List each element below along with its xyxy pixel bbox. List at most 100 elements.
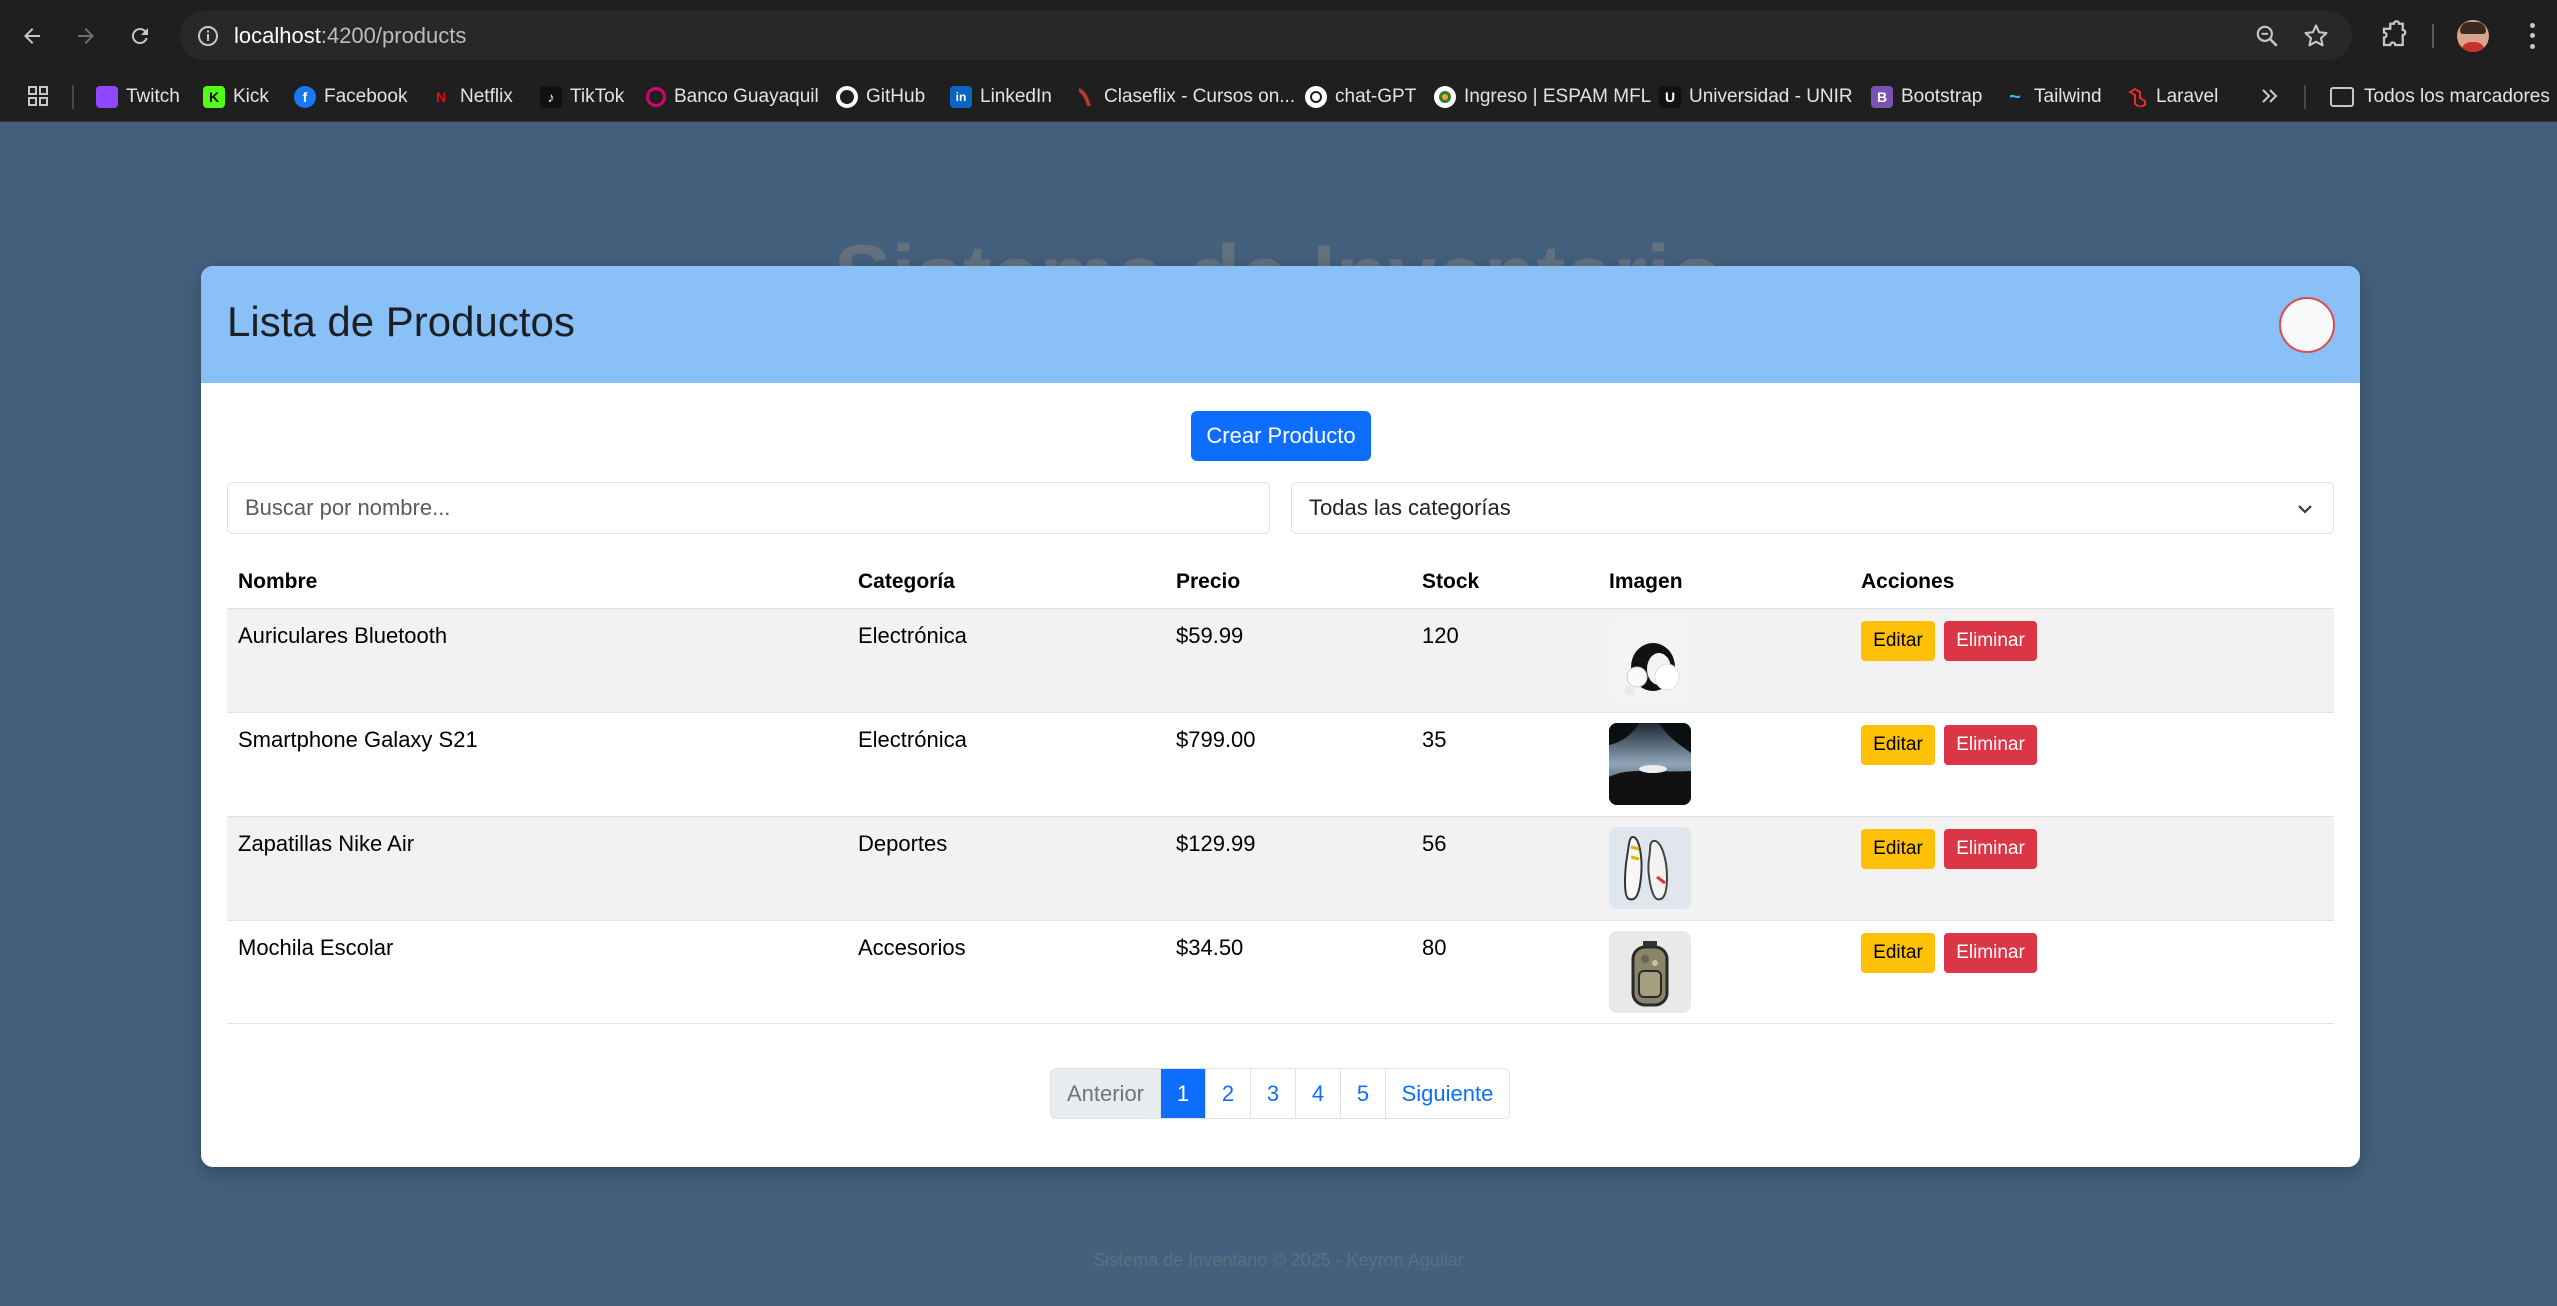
column-header-actions: Acciones xyxy=(1861,570,1955,593)
pagination-page-1[interactable]: 1 xyxy=(1161,1069,1206,1118)
arrow-left-icon xyxy=(24,28,40,44)
bookmark-twitch[interactable]: Twitch xyxy=(96,82,180,112)
bookmark-kick[interactable]: K Kick xyxy=(203,82,269,112)
bookmark-linkedin[interactable]: in LinkedIn xyxy=(950,82,1052,112)
bookmarks-divider xyxy=(2304,85,2306,109)
table-row: Mochila Escolar Accesorios $34.50 80 Edi… xyxy=(227,920,2334,1024)
linkedin-icon: in xyxy=(950,86,972,108)
create-product-button[interactable]: Crear Producto xyxy=(1191,411,1371,461)
footer-text: Sistema de Inventario © 2025 - Keyron Ag… xyxy=(1093,1250,1464,1270)
avatar-shirt xyxy=(2461,42,2485,52)
product-name: Mochila Escolar xyxy=(238,935,394,960)
product-name: Auriculares Bluetooth xyxy=(238,623,448,648)
forward-button[interactable] xyxy=(68,18,104,54)
apps-grid-icon[interactable] xyxy=(26,84,50,108)
info-icon[interactable] xyxy=(196,24,220,48)
bookmark-label: Laravel xyxy=(2156,86,2219,107)
page-title: Lista de Productos xyxy=(227,298,575,345)
github-icon xyxy=(836,86,858,108)
product-stock: 35 xyxy=(1422,727,1447,752)
product-price: $129.99 xyxy=(1176,831,1256,856)
avatar-hair xyxy=(2460,22,2486,34)
pagination-previous[interactable]: Anterior xyxy=(1051,1069,1161,1118)
table-row: Smartphone Galaxy S21 Electrónica $799.0… xyxy=(227,712,2334,816)
bookmark-espam[interactable]: Ingreso | ESPAM MFL xyxy=(1434,82,1651,112)
search-input[interactable] xyxy=(227,482,1270,534)
products-card: Lista de Productos Crear Producto Todas … xyxy=(201,266,2360,1167)
delete-button[interactable]: Eliminar xyxy=(1944,829,2037,869)
product-category: Accesorios xyxy=(858,935,966,960)
url-text[interactable]: localhost:4200/products xyxy=(234,23,466,49)
bookmark-tiktok[interactable]: ♪ TikTok xyxy=(540,82,624,112)
bookmark-netflix[interactable]: N Netflix xyxy=(430,82,513,112)
bookmark-chatgpt[interactable]: chat-GPT xyxy=(1305,82,1416,112)
card-header: Lista de Productos xyxy=(201,266,2360,383)
delete-button[interactable]: Eliminar xyxy=(1944,933,2037,973)
bookmark-unir[interactable]: U Universidad - UNIR xyxy=(1659,82,1853,112)
category-select[interactable]: Todas las categorías xyxy=(1291,482,2334,534)
bookmark-facebook[interactable]: f Facebook xyxy=(294,82,407,112)
bookmark-github[interactable]: GitHub xyxy=(836,82,925,112)
product-category: Electrónica xyxy=(858,727,967,752)
pagination-page-2[interactable]: 2 xyxy=(1206,1069,1251,1118)
bookmark-tailwind[interactable]: ~ Tailwind xyxy=(2004,82,2102,112)
chevron-down-icon xyxy=(2298,505,2312,514)
bookmark-label: TikTok xyxy=(570,86,625,107)
unir-icon: U xyxy=(1659,86,1681,108)
facebook-icon: f xyxy=(294,86,316,108)
delete-button[interactable]: Eliminar xyxy=(1944,621,2037,661)
bookmark-label: Universidad - UNIR xyxy=(1689,86,1853,107)
pagination-page-3[interactable]: 3 xyxy=(1251,1069,1296,1118)
chatgpt-icon xyxy=(1305,86,1327,108)
twitch-icon xyxy=(96,86,118,108)
edit-button[interactable]: Editar xyxy=(1861,829,1935,869)
all-bookmarks[interactable]: Todos los marcadores xyxy=(2330,82,2550,112)
column-header-name: Nombre xyxy=(238,570,318,593)
bookmark-bootstrap[interactable]: B Bootstrap xyxy=(1871,82,1982,112)
product-category: Deportes xyxy=(858,831,948,856)
bookmark-label: Facebook xyxy=(324,86,408,107)
background-title: Sistema de Inventario xyxy=(0,226,2557,266)
theme-toggle-button[interactable] xyxy=(2279,297,2335,353)
bookmark-banco-guayaquil[interactable]: Banco Guayaquil xyxy=(646,82,819,112)
reload-button[interactable] xyxy=(122,18,158,54)
bookmark-label: Kick xyxy=(233,86,269,107)
bookmark-label: Banco Guayaquil xyxy=(674,86,819,107)
category-select-value: Todas las categorías xyxy=(1309,495,1511,520)
bookmarks-bar: Twitch K Kick f Facebook N Netflix ♪ TikTok … xyxy=(0,72,2557,122)
extensions-icon[interactable] xyxy=(2379,20,2409,50)
bookmark-label: Tailwind xyxy=(2034,86,2102,107)
pagination: Anterior 1 2 3 4 5 Siguiente xyxy=(1050,1068,1510,1119)
bookmark-laravel[interactable]: Laravel xyxy=(2126,82,2218,112)
product-image-sneakers xyxy=(1609,827,1691,909)
zoom-icon[interactable] xyxy=(2254,23,2280,49)
pagination-page-4[interactable]: 4 xyxy=(1296,1069,1341,1118)
edit-button[interactable]: Editar xyxy=(1861,725,1935,765)
pagination-next[interactable]: Siguiente xyxy=(1386,1069,1509,1118)
table-header: Nombre Categoría Precio Stock Imagen Acc… xyxy=(227,556,2334,608)
bootstrap-icon: B xyxy=(1871,86,1893,108)
profile-avatar[interactable] xyxy=(2457,20,2489,52)
all-bookmarks-label: Todos los marcadores xyxy=(2364,86,2550,107)
bookmark-label: GitHub xyxy=(866,86,926,107)
claseflix-icon xyxy=(1074,86,1096,108)
bookmark-star-icon[interactable] xyxy=(2302,22,2330,50)
reload-icon xyxy=(131,28,148,45)
product-stock: 80 xyxy=(1422,935,1447,960)
column-header-category: Categoría xyxy=(858,570,955,593)
delete-button[interactable]: Eliminar xyxy=(1944,725,2037,765)
product-image-headphones xyxy=(1609,619,1691,701)
chevron-double-right-icon[interactable] xyxy=(2258,84,2282,108)
pagination-page-5[interactable]: 5 xyxy=(1341,1069,1386,1118)
product-stock: 56 xyxy=(1422,831,1447,856)
bookmark-claseflix[interactable]: Claseflix - Cursos on... xyxy=(1074,82,1295,112)
menu-kebab-icon[interactable] xyxy=(2520,20,2544,52)
bookmark-label: Ingreso | ESPAM MFL xyxy=(1464,86,1652,107)
product-name: Zapatillas Nike Air xyxy=(238,831,415,856)
address-bar[interactable]: localhost:4200/products xyxy=(180,11,2352,60)
bookmark-label: LinkedIn xyxy=(980,86,1052,107)
edit-button[interactable]: Editar xyxy=(1861,933,1935,973)
edit-button[interactable]: Editar xyxy=(1861,621,1935,661)
back-button[interactable] xyxy=(14,18,50,54)
tailwind-icon: ~ xyxy=(2009,85,2021,108)
